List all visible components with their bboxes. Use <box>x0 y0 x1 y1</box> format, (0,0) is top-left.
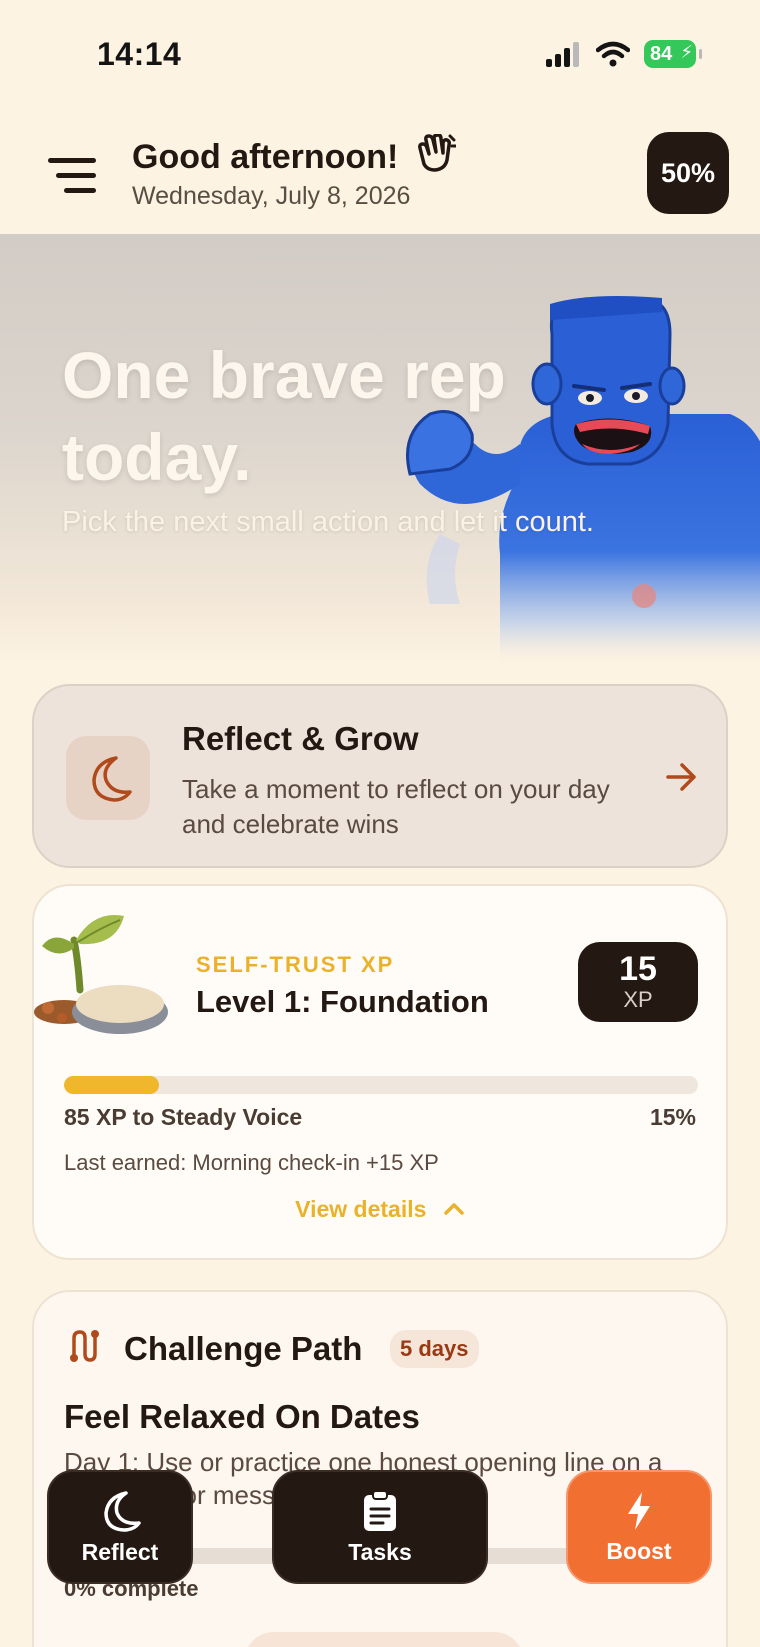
hero-banner: One brave rep today. Pick the next small… <box>0 234 760 664</box>
lightning-bolt-icon <box>628 1491 650 1530</box>
header: Good afternoon! Wednesday, July 8, 2026 … <box>0 110 760 234</box>
xp-unit: XP <box>623 987 653 1012</box>
menu-button[interactable] <box>48 156 100 196</box>
moon-icon <box>104 1490 141 1532</box>
xp-progress-bar <box>64 1076 698 1094</box>
greeting-title: Good afternoon! <box>132 133 458 177</box>
challenge-days-badge: 5 days <box>390 1330 479 1368</box>
battery-level: 84 <box>650 42 673 65</box>
path-route-icon <box>70 1330 99 1362</box>
sprout-stone-illustration <box>34 915 168 1034</box>
self-trust-xp-card: SELF-TRUST XP Level 1: Foundation 15 XP … <box>32 884 728 1260</box>
waving-hand-icon <box>417 133 458 172</box>
challenge-start-button[interactable] <box>244 1632 524 1647</box>
view-details-button[interactable]: View details <box>34 1196 726 1223</box>
tasks-action-button[interactable]: Tasks <box>272 1470 488 1584</box>
hero-subtitle: Pick the next small action and let it co… <box>62 506 594 538</box>
status-time: 14:14 <box>97 36 182 72</box>
charging-bolt-icon: ⚡ <box>680 42 693 62</box>
greeting-text: Good afternoon! <box>132 138 399 176</box>
status-bar: 14:14 84 ⚡ <box>0 0 760 110</box>
xp-last-earned: Last earned: Morning check-in +15 XP <box>64 1150 439 1175</box>
date-label: Wednesday, July 8, 2026 <box>132 182 411 210</box>
menu-line <box>64 188 96 193</box>
reflect-card-title: Reflect & Grow <box>182 720 419 757</box>
clipboard-icon <box>364 1489 396 1531</box>
signal-icon <box>546 42 579 67</box>
boost-action-button[interactable]: Boost <box>566 1470 712 1584</box>
tasks-action-label: Tasks <box>348 1538 412 1565</box>
menu-line <box>48 158 96 163</box>
xp-next-level-label: 85 XP to Steady Voice <box>64 1104 303 1130</box>
wifi-icon <box>596 41 630 67</box>
moon-icon <box>92 756 132 802</box>
view-details-label: View details <box>295 1196 427 1222</box>
xp-eyebrow-label: SELF-TRUST XP <box>196 952 395 977</box>
xp-level-title: Level 1: Foundation <box>196 984 489 1019</box>
daily-progress-button[interactable]: 50% <box>647 132 729 214</box>
reflect-action-label: Reflect <box>81 1538 159 1565</box>
reflect-grow-card[interactable]: Reflect & Grow Take a moment to reflect … <box>32 684 728 868</box>
challenge-path-title: Challenge Path <box>124 1330 363 1367</box>
arrow-right-icon <box>666 763 696 791</box>
reflect-icon-container <box>66 736 150 820</box>
hero-title: One brave rep today. <box>62 338 506 494</box>
xp-value: 15 <box>619 950 657 988</box>
challenge-path-card[interactable]: Challenge Path 5 days Feel Relaxed On Da… <box>32 1290 728 1647</box>
chevron-up-icon <box>444 1203 464 1215</box>
xp-percent-label: 15% <box>649 1104 696 1130</box>
status-icons: 84 ⚡ <box>546 40 702 68</box>
challenge-goal-title: Feel Relaxed On Dates <box>64 1398 420 1435</box>
battery-icon: 84 ⚡ <box>644 40 702 68</box>
xp-total-badge: 15 XP <box>578 942 698 1022</box>
reflect-action-button[interactable]: Reflect <box>47 1470 193 1584</box>
menu-line <box>56 173 96 178</box>
boost-action-label: Boost <box>606 1537 672 1564</box>
reflect-card-description: Take a moment to reflect on your day and… <box>182 774 610 839</box>
xp-progress-fill <box>64 1076 160 1094</box>
